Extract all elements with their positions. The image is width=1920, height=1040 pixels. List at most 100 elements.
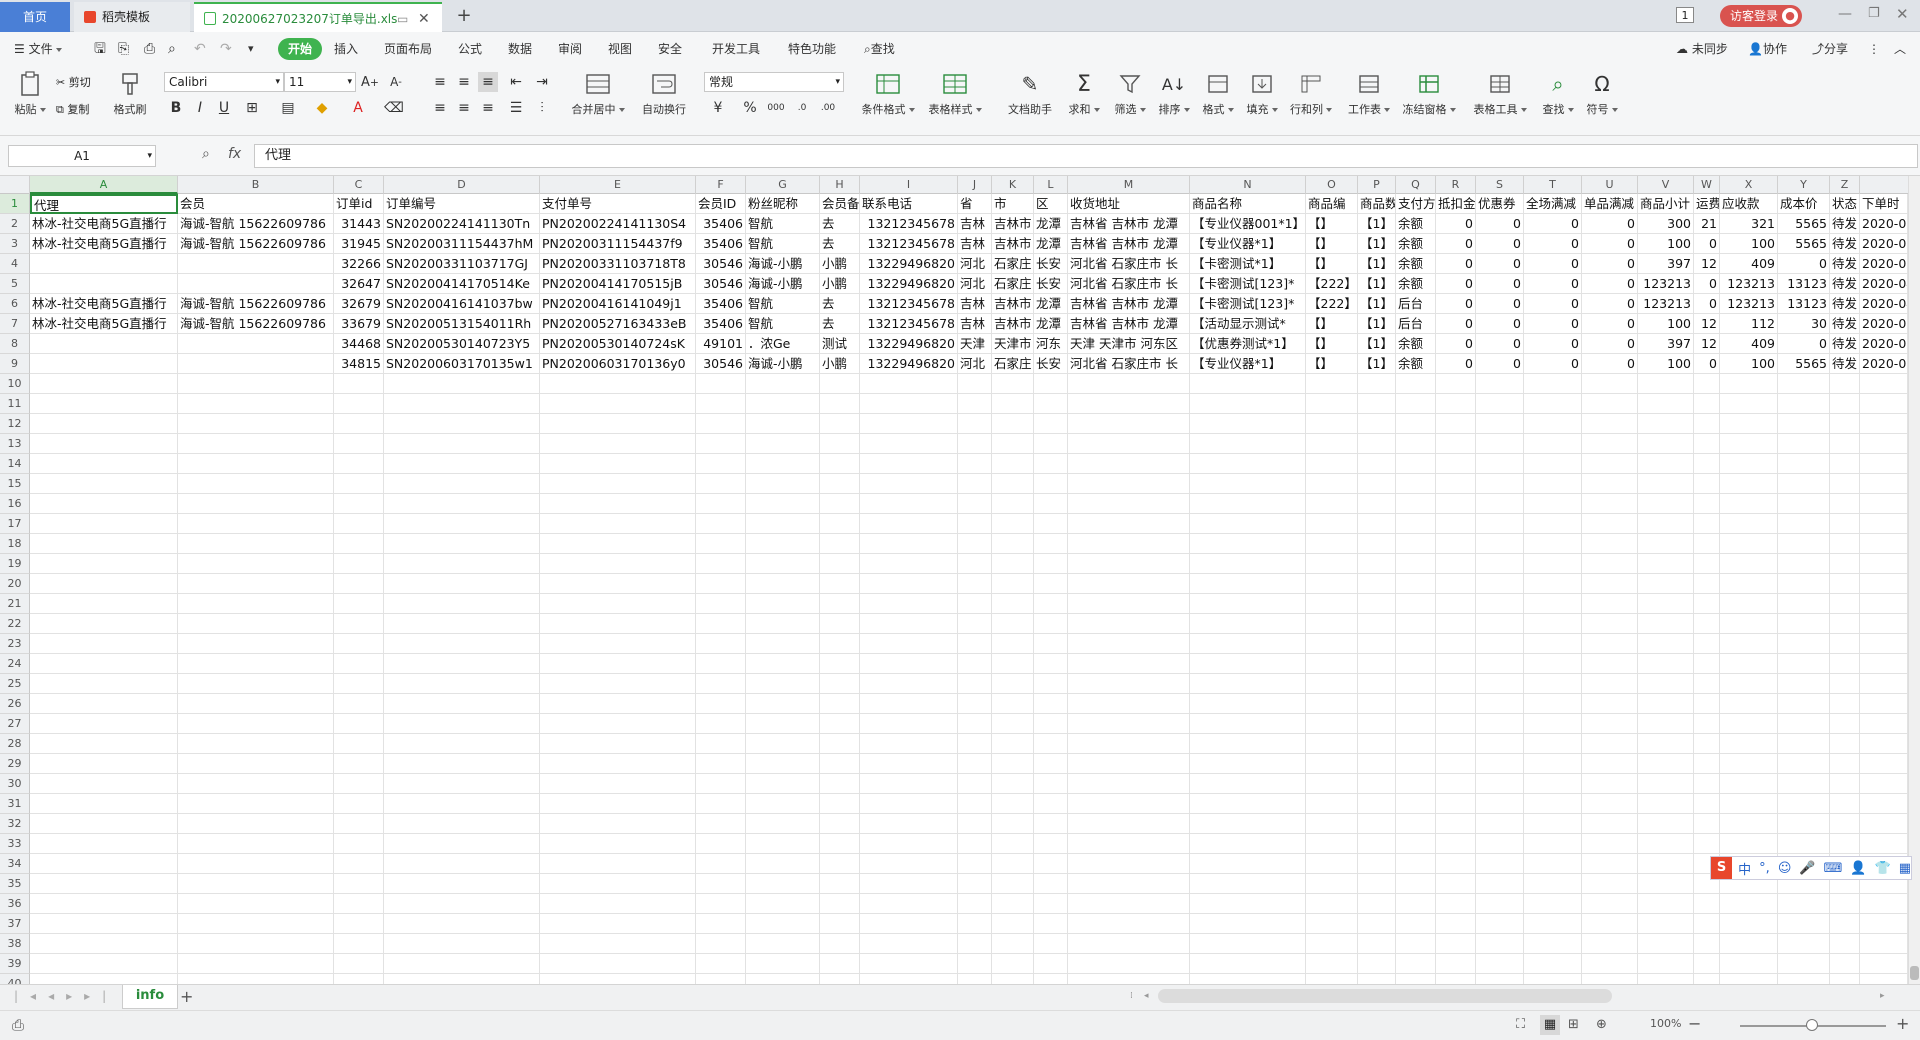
table-cell[interactable]: 0 — [1476, 214, 1524, 234]
table-cell[interactable]: 0 — [1582, 334, 1638, 354]
table-cell[interactable]: 长安 — [1034, 254, 1068, 274]
table-cell[interactable] — [860, 714, 958, 734]
zoom-slider-thumb[interactable] — [1806, 1019, 1818, 1031]
table-cell[interactable] — [30, 774, 178, 794]
table-cell[interactable] — [1190, 714, 1306, 734]
table-cell[interactable] — [1476, 534, 1524, 554]
table-cell[interactable] — [1830, 614, 1860, 634]
table-cell[interactable] — [1582, 474, 1638, 494]
table-cell[interactable] — [1778, 634, 1830, 654]
header-cell[interactable]: 支付方 — [1396, 194, 1436, 214]
table-cell[interactable] — [992, 834, 1034, 854]
table-cell[interactable] — [1860, 714, 1908, 734]
row-header[interactable]: 37 — [0, 914, 30, 934]
table-cell[interactable]: 【专业仪器*1】 — [1190, 354, 1306, 374]
table-cell[interactable] — [1830, 674, 1860, 694]
table-cell[interactable] — [1306, 934, 1358, 954]
table-cell[interactable] — [1396, 394, 1436, 414]
table-cell[interactable] — [860, 814, 958, 834]
table-cell[interactable] — [1694, 734, 1720, 754]
table-cell[interactable] — [1778, 974, 1830, 984]
table-cell[interactable] — [1396, 894, 1436, 914]
row-col-button[interactable]: 行和列 — [1288, 70, 1334, 117]
login-button[interactable]: 访客登录 ● — [1720, 5, 1802, 27]
table-cell[interactable] — [958, 794, 992, 814]
table-cell[interactable]: 13212345678 — [860, 234, 958, 254]
table-cell[interactable]: 待发 — [1830, 334, 1860, 354]
table-cell[interactable] — [1694, 814, 1720, 834]
table-cell[interactable] — [1778, 594, 1830, 614]
table-cell[interactable] — [992, 874, 1034, 894]
table-cell[interactable] — [1778, 414, 1830, 434]
table-cell[interactable]: 【1】 — [1358, 354, 1396, 374]
percent-icon[interactable]: % — [740, 98, 760, 118]
table-cell[interactable] — [1190, 814, 1306, 834]
new-tab-icon[interactable]: + — [452, 4, 476, 28]
table-cell[interactable] — [384, 394, 540, 414]
table-cell[interactable] — [1358, 894, 1396, 914]
column-header[interactable]: E — [540, 176, 696, 194]
table-cell[interactable] — [1778, 754, 1830, 774]
row-header[interactable]: 26 — [0, 694, 30, 714]
table-cell[interactable] — [1396, 714, 1436, 734]
table-cell[interactable]: 30 — [1778, 314, 1830, 334]
table-cell[interactable]: PN20200331103718T8 — [540, 254, 696, 274]
shrink-font-icon[interactable]: A- — [386, 72, 406, 92]
table-cell[interactable]: 0 — [1582, 274, 1638, 294]
table-cell[interactable]: 5565 — [1778, 354, 1830, 374]
table-cell[interactable] — [958, 634, 992, 654]
cut-button[interactable]: ✂ 剪切 — [56, 74, 91, 90]
column-header[interactable]: N — [1190, 176, 1306, 194]
table-cell[interactable] — [820, 654, 860, 674]
table-cell[interactable]: 【】 — [1306, 314, 1358, 334]
row-header[interactable]: 31 — [0, 794, 30, 814]
table-cell[interactable]: 【活动显示测试* — [1190, 314, 1306, 334]
table-cell[interactable] — [1524, 454, 1582, 474]
table-cell[interactable]: 林冰-社交电商5G直播行 — [30, 234, 178, 254]
table-cell[interactable] — [820, 434, 860, 454]
table-cell[interactable] — [1436, 794, 1476, 814]
table-cell[interactable] — [178, 394, 334, 414]
table-cell[interactable] — [540, 594, 696, 614]
table-cell[interactable] — [540, 954, 696, 974]
table-cell[interactable] — [1034, 414, 1068, 434]
table-cell[interactable]: 0 — [1436, 214, 1476, 234]
table-cell[interactable] — [958, 674, 992, 694]
table-cell[interactable]: 35406 — [696, 314, 746, 334]
table-cell[interactable] — [1190, 454, 1306, 474]
column-header[interactable]: X — [1720, 176, 1778, 194]
table-cell[interactable] — [1860, 534, 1908, 554]
table-cell[interactable] — [30, 554, 178, 574]
table-cell[interactable] — [1694, 614, 1720, 634]
table-cell[interactable]: 待发 — [1830, 294, 1860, 314]
table-cell[interactable] — [1436, 494, 1476, 514]
table-cell[interactable] — [1034, 494, 1068, 514]
table-cell[interactable] — [1582, 654, 1638, 674]
table-cell[interactable] — [1582, 454, 1638, 474]
table-cell[interactable]: 0 — [1476, 254, 1524, 274]
table-cell[interactable] — [1358, 794, 1396, 814]
table-cell[interactable] — [1358, 834, 1396, 854]
table-cell[interactable] — [1436, 714, 1476, 734]
table-cell[interactable] — [540, 794, 696, 814]
table-cell[interactable] — [1190, 694, 1306, 714]
table-cell[interactable]: 100 — [1638, 354, 1694, 374]
table-cell[interactable] — [696, 674, 746, 694]
table-cell[interactable] — [1638, 794, 1694, 814]
table-cell[interactable] — [30, 814, 178, 834]
table-cell[interactable] — [30, 734, 178, 754]
table-cell[interactable]: 13212345678 — [860, 314, 958, 334]
row-header[interactable]: 11 — [0, 394, 30, 414]
header-cell[interactable]: 抵扣金 — [1436, 194, 1476, 214]
table-cell[interactable] — [746, 754, 820, 774]
table-cell[interactable] — [1068, 514, 1190, 534]
table-cell[interactable] — [992, 914, 1034, 934]
table-cell[interactable] — [1190, 734, 1306, 754]
table-cell[interactable] — [696, 394, 746, 414]
table-cell[interactable]: 13212345678 — [860, 294, 958, 314]
table-cell[interactable] — [1582, 674, 1638, 694]
table-cell[interactable] — [696, 474, 746, 494]
sort-button[interactable]: A↓ 排序 — [1156, 70, 1192, 117]
filter-button[interactable]: 筛选 — [1112, 70, 1148, 117]
table-cell[interactable] — [696, 934, 746, 954]
